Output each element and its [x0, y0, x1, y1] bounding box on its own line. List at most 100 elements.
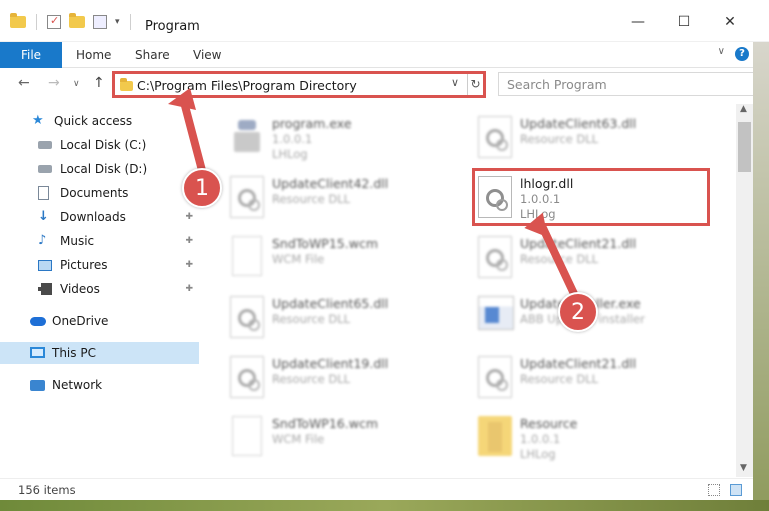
file-item[interactable]: UpdateClient21.dll Resource DLL: [458, 230, 698, 282]
scroll-down-icon[interactable]: ▼: [740, 461, 747, 475]
forward-button[interactable]: →: [48, 75, 60, 91]
desktop-background: [0, 500, 769, 511]
file-item[interactable]: UpdateClient42.dll Resource DLL: [210, 170, 450, 222]
file-description: Resource DLL: [272, 312, 351, 326]
scroll-thumb[interactable]: [738, 122, 751, 172]
customize-dropdown-icon[interactable]: ▾: [115, 17, 120, 27]
wcm-file-icon: [232, 236, 262, 276]
sidebar-item-documents[interactable]: Documents: [0, 182, 205, 204]
navigation-pane: ★ Quick access Local Disk (C:) Local Dis…: [0, 104, 205, 477]
tab-share[interactable]: Share: [135, 42, 170, 68]
file-description: WCM File: [272, 252, 325, 266]
toolbar-divider: [129, 14, 131, 30]
wcm-file-icon: [232, 416, 262, 456]
file-item[interactable]: UpdateClient65.dll Resource DLL: [210, 290, 450, 342]
window-title: Program: [145, 19, 200, 34]
file-name: UpdateClient21.dll: [520, 356, 637, 371]
address-dropdown-icon[interactable]: ∨: [451, 76, 459, 89]
file-name: UpdateClient42.dll: [272, 176, 389, 191]
file-description: WCM File: [272, 432, 325, 446]
dll-icon: [478, 236, 512, 278]
scroll-up-icon[interactable]: ▲: [740, 104, 747, 114]
pin-icon[interactable]: ✚: [185, 284, 193, 294]
file-item[interactable]: UpdateClient21.dll Resource DLL: [458, 350, 698, 402]
sidebar-item-label: Videos: [60, 282, 100, 296]
dll-icon: [230, 296, 264, 338]
sidebar-item-music[interactable]: ♪ Music ✚: [0, 230, 205, 252]
sidebar-item-quick-access[interactable]: ★ Quick access: [0, 110, 205, 132]
pin-icon[interactable]: ✚: [185, 236, 193, 246]
star-icon: ★: [32, 113, 44, 128]
sidebar-item-network[interactable]: Network: [0, 374, 205, 396]
tab-file[interactable]: File: [0, 42, 62, 68]
file-name: UpdateClient19.dll: [272, 356, 389, 371]
address-path[interactable]: C:\Program Files\Program Directory: [137, 78, 357, 93]
customize-icon[interactable]: [93, 15, 107, 29]
details-view-icon[interactable]: [708, 484, 720, 496]
sidebar-item-label: This PC: [52, 346, 96, 360]
exe-icon: [230, 116, 264, 156]
this-pc-icon: [30, 346, 45, 360]
address-bar[interactable]: C:\Program Files\Program Directory ∨ ↻: [112, 71, 486, 98]
file-description: Resource DLL: [520, 132, 599, 146]
file-name: UpdateClient63.dll: [520, 116, 637, 131]
file-name: UpdateClient65.dll: [272, 296, 389, 311]
sidebar-item-label: Pictures: [60, 258, 108, 272]
maximize-button[interactable]: ☐: [674, 14, 694, 30]
minimize-button[interactable]: —: [628, 14, 648, 30]
tab-home[interactable]: Home: [76, 42, 111, 68]
new-folder-icon[interactable]: [69, 13, 85, 28]
close-button[interactable]: ✕: [720, 14, 740, 30]
recent-locations-button[interactable]: ∨: [73, 79, 80, 89]
properties-icon[interactable]: ✓: [47, 14, 61, 29]
sidebar-item-label: OneDrive: [52, 314, 109, 328]
music-icon: ♪: [38, 233, 47, 248]
folder-icon[interactable]: [10, 13, 26, 28]
file-item[interactable]: Resource 1.0.0.1 LHLog: [458, 410, 698, 462]
ribbon-collapse-icon[interactable]: ∨: [718, 46, 725, 57]
file-item[interactable]: UpdateClient63.dll Resource DLL: [458, 110, 698, 162]
tab-view[interactable]: View: [193, 42, 221, 68]
file-company: LHLog: [272, 147, 308, 161]
sidebar-item-downloads[interactable]: ↓ Downloads ✚: [0, 206, 205, 228]
sidebar-item-label: Network: [52, 378, 103, 392]
sidebar-item-videos[interactable]: Videos ✚: [0, 278, 205, 300]
onedrive-icon: [30, 314, 46, 328]
file-description: Resource DLL: [272, 192, 351, 206]
pin-icon[interactable]: ✚: [185, 260, 193, 270]
toolbar-divider: [36, 14, 37, 30]
large-icons-view-icon[interactable]: [730, 484, 742, 496]
file-list: program.exe 1.0.0.1 LHLog UpdateClient63…: [210, 104, 735, 477]
sidebar-item-label: Documents: [60, 186, 129, 200]
quick-access-toolbar: ✓ ▾: [10, 13, 133, 30]
refresh-icon[interactable]: ↻: [467, 74, 483, 95]
file-description: Resource DLL: [520, 252, 599, 266]
ribbon: File Home Share View ∨ ?: [0, 42, 769, 68]
vertical-scrollbar[interactable]: ▲ ▼: [736, 104, 753, 477]
file-item[interactable]: SndToWP16.wcm WCM File: [210, 410, 450, 462]
downloads-icon: ↓: [38, 209, 49, 224]
highlight-box: [472, 168, 710, 226]
step-2-badge: 2: [558, 292, 598, 332]
disk-icon: [38, 138, 52, 152]
help-icon[interactable]: ?: [735, 47, 749, 61]
sidebar-item-local-disk-d[interactable]: Local Disk (D:): [0, 158, 205, 180]
up-button[interactable]: ↑: [93, 75, 105, 91]
pin-icon[interactable]: ✚: [185, 212, 193, 222]
search-input[interactable]: Search Program: [498, 72, 754, 96]
file-item[interactable]: UpdateClient19.dll Resource DLL: [210, 350, 450, 402]
network-icon: [30, 378, 45, 392]
pictures-icon: [38, 258, 52, 272]
file-description: Resource DLL: [272, 372, 351, 386]
sidebar-item-local-disk-c[interactable]: Local Disk (C:): [0, 134, 205, 156]
title-bar: ✓ ▾ Program — ☐ ✕: [0, 0, 769, 42]
sidebar-item-this-pc[interactable]: This PC: [0, 342, 199, 364]
file-version: 1.0.0.1: [272, 132, 313, 146]
file-item[interactable]: program.exe 1.0.0.1 LHLog: [210, 110, 450, 162]
sidebar-item-onedrive[interactable]: OneDrive: [0, 310, 205, 332]
back-button[interactable]: ←: [18, 75, 30, 91]
file-item[interactable]: SndToWP15.wcm WCM File: [210, 230, 450, 282]
address-folder-icon: [120, 78, 133, 91]
file-name: Resource: [520, 416, 578, 431]
sidebar-item-pictures[interactable]: Pictures ✚: [0, 254, 205, 276]
